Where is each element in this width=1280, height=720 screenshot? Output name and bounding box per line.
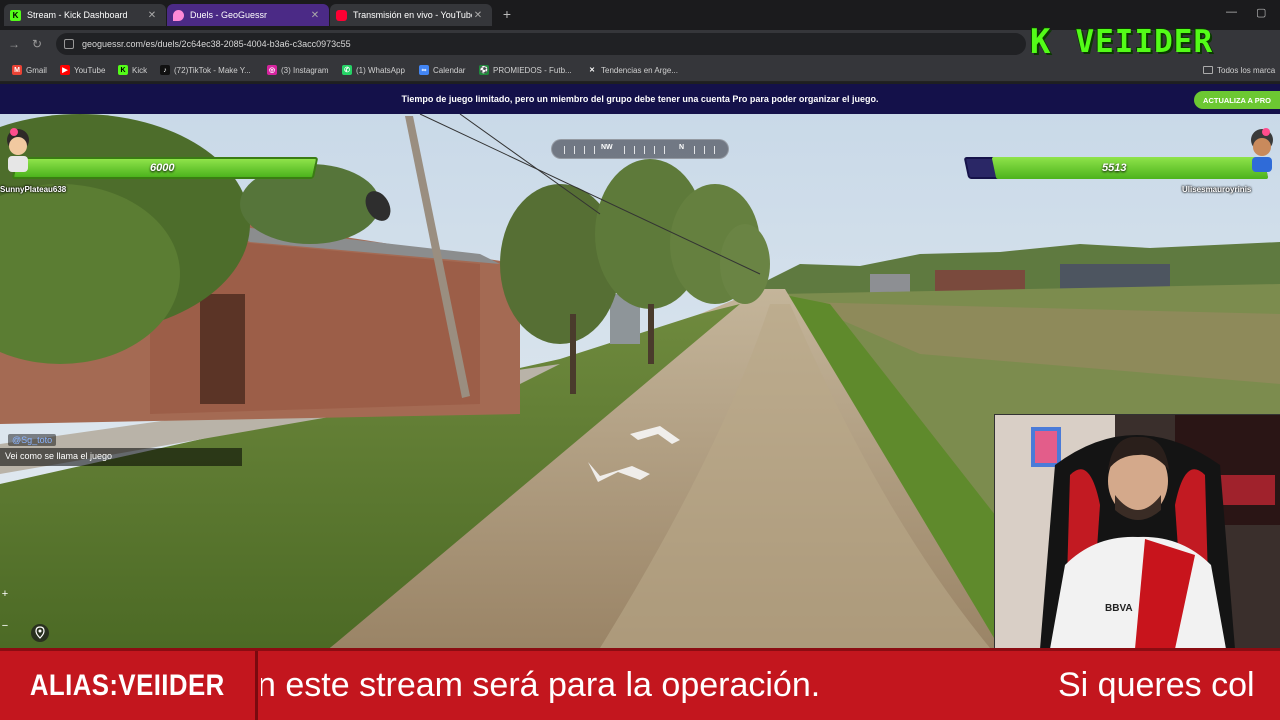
chat-message: Vei como se llama el juego [0,448,242,466]
bookmark-tiktok[interactable]: ♪ (72)TikTok - Make Y... [160,63,251,77]
kick-icon: K [10,9,21,21]
bookmark-label: (3) Instagram [281,65,329,75]
x-icon: ✕ [589,67,595,74]
banner-message: Tiempo de juego limitado, pero un miembr… [401,94,879,104]
bookmark-label: Calendar [433,65,466,75]
compass-tick [564,146,565,154]
tab-title: Stream - Kick Dashboard [27,10,128,20]
bookmark-promiedos[interactable]: ⚽ PROMIEDOS - Futb... [479,63,572,77]
left-player-avatar [7,128,29,172]
bookmark-label: (1) WhatsApp [356,65,405,75]
tiktok-icon: ♪ [160,65,170,75]
alias-label: ALIAS:VEIIDER [30,668,225,702]
screen: { "browser": { "tabs": [ {"title": "Stre… [0,0,1280,720]
bookmark-whatsapp[interactable]: ✆ (1) WhatsApp [342,63,405,77]
compass-tick [714,146,715,154]
maximize-icon[interactable]: ▢ [1256,6,1266,19]
bookmark-kick[interactable]: K Kick [118,63,147,77]
bookmark-label: Tendencias en Arge... [601,65,678,75]
bookmark-calendar[interactable]: ∞ Calendar [419,63,465,77]
right-player-name: Ulisesmauroyrinis [1182,185,1252,194]
compass-strip: NW N [551,139,729,159]
streamer-logo: K VEIIDER [1030,22,1213,62]
instagram-icon: ◎ [267,65,277,75]
zoom-in-icon[interactable]: + [0,588,10,600]
right-player-health-bar [991,157,1269,179]
all-bookmarks-folder[interactable]: Todos los marca [1203,63,1275,77]
bookmark-label: Gmail [26,65,47,75]
webcam-feed: BBVA [994,414,1280,648]
bookmark-gmail[interactable]: M Gmail [12,63,47,77]
upgrade-pro-button[interactable]: ACTUALIZA A PRO [1194,91,1280,109]
new-tab-button[interactable]: + [500,6,514,22]
tab-title: Duels - GeoGuessr [190,10,268,20]
shirt-sponsor-text: BBVA [1105,603,1133,614]
bookmark-x[interactable]: ✕ Tendencias en Arge... [587,63,678,77]
close-tab-icon[interactable]: ✕ [472,10,484,21]
left-player-health-value: 6000 [150,162,175,174]
youtube-icon: ▶ [60,65,70,75]
bookmark-instagram[interactable]: ◎ (3) Instagram [267,63,329,77]
youtube-icon [336,9,347,21]
url-text: geoguessr.com/es/duels/2c64ec38-2085-400… [82,39,351,49]
compass-tick [634,146,635,154]
tab-title: Transmisión en vivo - YouTube [353,10,472,20]
compass-tick [694,146,695,154]
right-player-avatar [1251,128,1273,172]
alias-box: ALIAS:VEIIDER [0,651,258,720]
tab-youtube-live[interactable]: Transmisión en vivo - YouTube ✕ [330,4,492,26]
bookmark-youtube[interactable]: ▶ YouTube [60,63,105,77]
ticker-next-message: Si queres col [1058,666,1255,704]
gmail-icon: M [12,65,22,75]
tab-kick-dashboard[interactable]: K Stream - Kick Dashboard ✕ [4,4,166,26]
calendar-icon: ∞ [419,65,429,75]
kick-logo-letter: K [1030,22,1052,62]
limited-play-banner: Tiempo de juego limitado, pero un miembr… [0,84,1280,114]
bookmark-label: YouTube [74,65,106,75]
forward-icon[interactable]: → [8,37,20,51]
bookmark-label: PROMIEDOS - Futb... [493,65,572,75]
return-to-start-icon[interactable] [31,624,49,642]
reload-icon[interactable]: ↻ [32,37,42,51]
compass-tick [594,146,595,154]
chat-username: @Sg_toto [8,434,57,446]
bookmark-label: (72)TikTok - Make Y... [174,65,251,75]
compass-tick [704,146,705,154]
whatsapp-icon: ✆ [342,65,352,75]
map-pin-icon [35,626,45,639]
close-tab-icon[interactable]: ✕ [309,10,321,21]
streamer-name: VEIIDER [1075,24,1214,60]
compass-tick [624,146,625,154]
bookmark-label: Todos los marca [1217,65,1276,75]
kick-icon: K [118,65,128,75]
compass-tick [644,146,645,154]
compass-tick [654,146,655,154]
zoom-out-icon[interactable]: − [0,620,10,632]
donation-ticker: ALIAS:VEIIDER n este stream será para la… [0,648,1280,720]
right-player-health-value: 5513 [1102,162,1127,174]
url-field[interactable]: geoguessr.com/es/duels/2c64ec38-2085-400… [56,33,1026,55]
minimize-icon[interactable]: — [1226,6,1237,18]
ticker-track: n este stream será para la operación. Si… [261,651,1280,720]
close-tab-icon[interactable]: ✕ [146,10,158,21]
webcam-image: BBVA [995,415,1280,648]
compass-label-nw: NW [601,144,613,151]
tab-geoguessr[interactable]: Duels - GeoGuessr ✕ [167,4,329,26]
compass-tick [584,146,585,154]
bookmark-label: Kick [132,65,148,75]
compass-tick [574,146,575,154]
left-player-name: SunnyPlateau638 [0,185,67,194]
promiedos-icon: ⚽ [479,65,489,75]
site-info-icon[interactable] [64,39,74,49]
ticker-message: n este stream será para la operación. [261,666,821,704]
compass-label-n: N [679,144,685,151]
folder-icon [1203,66,1213,74]
compass-tick [664,146,665,154]
geoguessr-pin-icon [173,9,184,21]
